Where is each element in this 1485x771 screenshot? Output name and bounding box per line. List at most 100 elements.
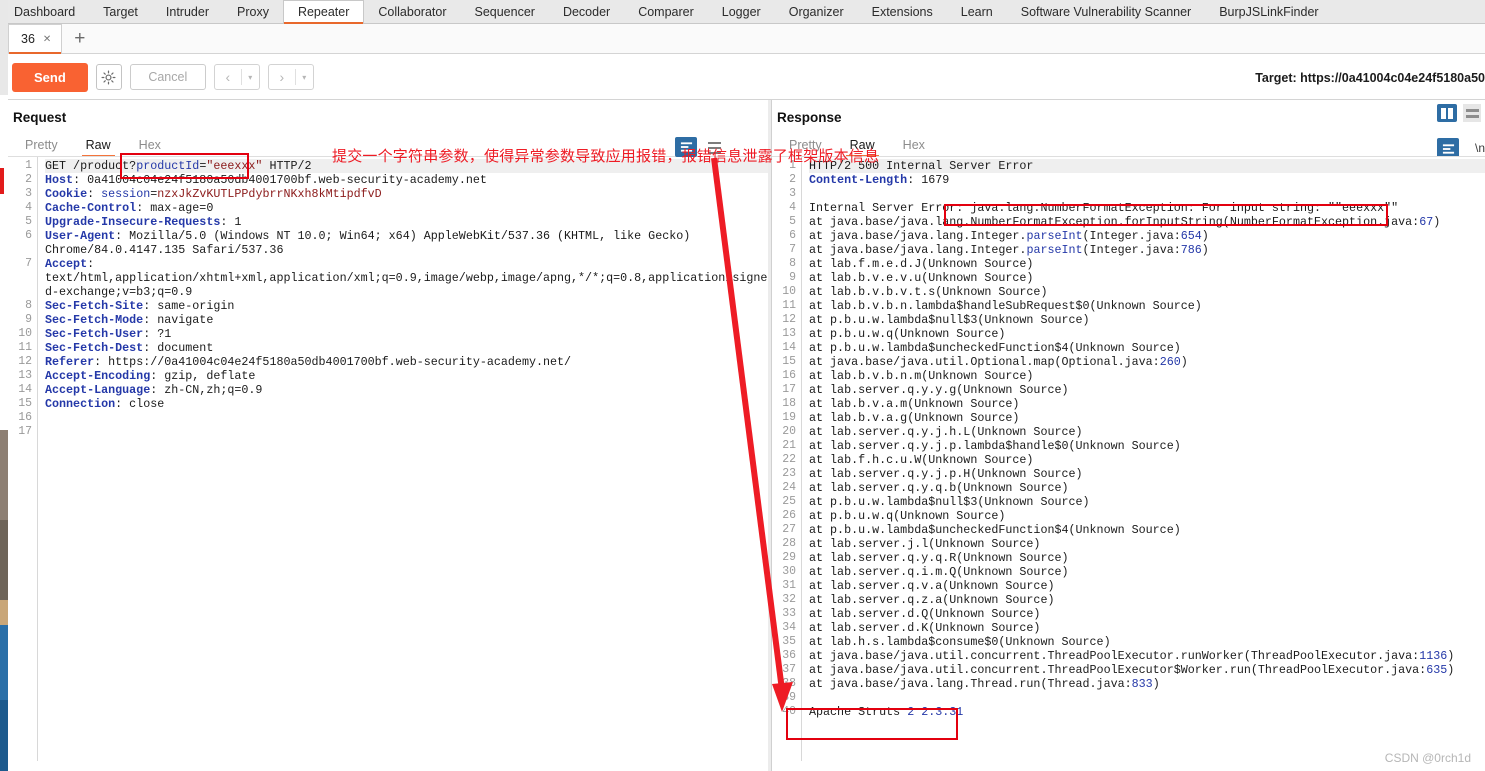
menu-item-proxy[interactable]: Proxy	[223, 0, 283, 23]
line-number: 2	[25, 173, 32, 186]
menu-item-decoder[interactable]: Decoder	[549, 0, 624, 23]
response-tab-hex[interactable]: Hex	[889, 135, 939, 157]
target-url-label: Target: https://0a41004c04e24f5180a50	[1255, 70, 1485, 85]
code-line: User-Agent: Mozilla/5.0 (Windows NT 10.0…	[45, 229, 768, 243]
line-number: 31	[782, 579, 796, 592]
add-tab-icon[interactable]: +	[74, 29, 85, 48]
code-segment: nzxJkZvKUTLPPdybrrNKxh8kMtipdfvD	[157, 187, 382, 201]
code-segment: : 1	[220, 215, 242, 229]
code-line: at lab.server.q.y.j.p.lambda$handle$0(Un…	[809, 439, 1485, 453]
code-line: at java.base/java.lang.Integer.parseInt(…	[809, 243, 1485, 257]
code-line: Sec-Fetch-Site: same-origin	[45, 299, 768, 313]
code-segment: )	[1447, 663, 1455, 677]
code-segment: at lab.b.v.b.v.t.s(Unknown Source)	[809, 285, 1048, 299]
code-segment: : ?1	[143, 327, 172, 341]
request-menu-icon[interactable]	[705, 140, 723, 156]
code-segment: Connection	[45, 397, 116, 411]
line-number: 20	[782, 425, 796, 438]
code-segment: Internal Server Error: java.lang.NumberF…	[809, 201, 1399, 215]
menu-item-collaborator[interactable]: Collaborator	[364, 0, 460, 23]
code-line: at lab.server.j.l(Unknown Source)	[809, 537, 1485, 551]
hamburger-menu-icon[interactable]	[1463, 104, 1481, 122]
menu-item-comparer[interactable]: Comparer	[624, 0, 708, 23]
request-tab-hex[interactable]: Hex	[125, 135, 175, 157]
line-number: 10	[782, 285, 796, 298]
code-segment: Cookie	[45, 187, 88, 201]
code-line: at p.b.u.w.q(Unknown Source)	[809, 509, 1485, 523]
line-number: 35	[782, 635, 796, 648]
request-title: Request	[13, 110, 67, 125]
menu-item-intruder[interactable]: Intruder	[152, 0, 223, 23]
code-segment: (Integer.java:	[1082, 243, 1181, 257]
chevron-down-icon: ▾	[248, 72, 253, 82]
code-segment: :	[87, 257, 95, 271]
chevron-right-icon: ›	[279, 69, 285, 85]
code-line: Cookie: session=nzxJkZvKUTLPPdybrrNKxh8k…	[45, 187, 768, 201]
code-segment: at lab.b.v.e.v.u(Unknown Source)	[809, 271, 1034, 285]
code-segment: text/html,application/xhtml+xml,applicat…	[45, 271, 768, 285]
code-line: Sec-Fetch-Dest: document	[45, 341, 768, 355]
burp-suite-window: Dashboard Target Intruder Proxy Repeater Coll…	[0, 0, 1485, 771]
code-segment: at lab.server.d.K(Unknown Source)	[809, 621, 1041, 635]
menu-item-organizer[interactable]: Organizer	[775, 0, 858, 23]
menu-item-burpjslinkfinder[interactable]: BurpJSLinkFinder	[1205, 0, 1332, 23]
cancel-button[interactable]: Cancel	[129, 64, 206, 90]
line-number: 11	[782, 299, 796, 312]
menu-item-dashboard[interactable]: Dashboard	[0, 0, 89, 23]
menu-item-target[interactable]: Target	[89, 0, 152, 23]
code-segment: at lab.server.q.z.a(Unknown Source)	[809, 593, 1055, 607]
code-line: at lab.b.v.b.v.t.s(Unknown Source)	[809, 285, 1485, 299]
code-segment: 786	[1180, 243, 1202, 257]
request-wrap-toggle-icon[interactable]	[675, 137, 697, 157]
repeater-tab-36[interactable]: 36 ✕	[8, 24, 63, 54]
line-number: 33	[782, 607, 796, 620]
line-number: 4	[789, 201, 796, 214]
menu-item-logger[interactable]: Logger	[708, 0, 775, 23]
line-number: 17	[782, 383, 796, 396]
line-number: 38	[782, 677, 796, 690]
response-view-tabs: Pretty Raw Hex	[772, 131, 1485, 157]
code-segment: at p.b.u.w.lambda$null$3(Unknown Source)	[809, 313, 1090, 327]
menu-item-learn[interactable]: Learn	[947, 0, 1007, 23]
repeater-tab-label: 36	[21, 32, 35, 46]
request-editor[interactable]: 1 2 3 4 5 6 7 8 9 10 11 12 13 14 15 16 17 GET /product?p…	[8, 157, 768, 761]
response-editor[interactable]: 1 2 3 4 5 6 7 8 9 10 11 12 13 14 15 16 17 18 19 20 21 22 23 24 2…	[772, 157, 1485, 761]
response-tab-raw[interactable]: Raw	[836, 135, 889, 157]
response-tab-pretty[interactable]: Pretty	[775, 135, 836, 157]
code-line: at lab.server.q.i.m.Q(Unknown Source)	[809, 565, 1485, 579]
menu-item-extensions[interactable]: Extensions	[858, 0, 947, 23]
history-forward-button[interactable]: › ▾	[267, 64, 314, 90]
code-segment: Upgrade-Insecure-Requests	[45, 215, 221, 229]
menu-item-software-vulnerability-scanner[interactable]: Software Vulnerability Scanner	[1007, 0, 1205, 23]
request-line-numbers: 1 2 3 4 5 6 7 8 9 10 11 12 13 14 15 16 17	[8, 157, 38, 761]
split-view-icon[interactable]	[1437, 104, 1457, 122]
code-segment: "eeexxx"	[206, 159, 263, 173]
code-line: Accept:	[45, 257, 768, 271]
code-segment: at lab.server.d.Q(Unknown Source)	[809, 607, 1041, 621]
menu-item-repeater[interactable]: Repeater	[282, 0, 365, 24]
code-segment: 654	[1180, 229, 1202, 243]
code-segment: at java.base/java.util.concurrent.Thread…	[809, 649, 1420, 663]
request-tab-pretty[interactable]: Pretty	[11, 135, 72, 157]
request-tab-raw[interactable]: Raw	[72, 135, 125, 157]
close-icon[interactable]: ✕	[43, 34, 51, 45]
line-number: 15	[782, 355, 796, 368]
line-number: 10	[18, 327, 32, 340]
line-number: 4	[25, 201, 32, 214]
history-back-button[interactable]: ‹ ▾	[213, 64, 260, 90]
code-segment: Accept-Encoding	[45, 369, 151, 383]
menu-item-sequencer[interactable]: Sequencer	[460, 0, 548, 23]
line-number: 30	[782, 565, 796, 578]
code-line: at lab.f.m.e.d.J(Unknown Source)	[809, 257, 1485, 271]
line-number: 13	[18, 369, 32, 382]
line-number: 2	[789, 173, 796, 186]
request-raw-content[interactable]: GET /product?productId="eeexxx" HTTP/2 Ho…	[38, 157, 768, 761]
code-segment: at lab.server.q.v.a(Unknown Source)	[809, 579, 1055, 593]
code-segment: at p.b.u.w.q(Unknown Source)	[809, 327, 1006, 341]
code-segment: : 1679	[907, 173, 950, 187]
code-line: at lab.f.h.c.u.W(Unknown Source)	[809, 453, 1485, 467]
code-line: GET /product?productId="eeexxx" HTTP/2	[45, 159, 768, 173]
response-raw-content[interactable]: HTTP/2 500 Internal Server Error Content-…	[802, 157, 1485, 761]
gear-icon[interactable]	[95, 64, 122, 90]
send-button[interactable]: Send	[12, 62, 88, 92]
